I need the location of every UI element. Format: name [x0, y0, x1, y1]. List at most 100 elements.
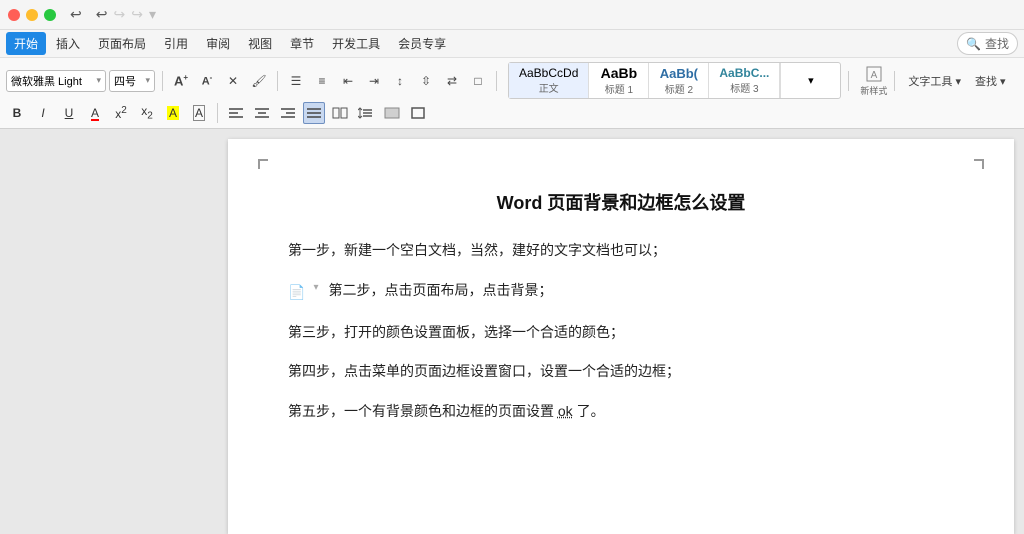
divider4: [848, 71, 849, 91]
doc-sidebar: [0, 129, 228, 534]
line-spacing-button[interactable]: [355, 102, 377, 124]
minimize-button[interactable]: [26, 9, 38, 21]
highlight-icon: A: [167, 106, 179, 120]
menu-item-view[interactable]: 视图: [240, 32, 280, 55]
menu-item-developer[interactable]: 开发工具: [324, 32, 388, 55]
menu-bar: 开始 插入 页面布局 引用 审阅 视图 章节 开发工具 会员专享 🔍 查找: [0, 30, 1024, 58]
menu-item-insert[interactable]: 插入: [48, 32, 88, 55]
font-name-dropdown[interactable]: 微软雅黑 Light ▾: [6, 70, 106, 92]
increase-font-icon: A+: [174, 73, 188, 88]
find-replace-label: 查找 ▾: [975, 73, 1006, 89]
new-style-icon: A: [864, 64, 884, 84]
sort-button[interactable]: ↕: [389, 70, 411, 92]
doc-para-5-text-after: 了。: [573, 403, 605, 419]
doc-para-3: 第三步，打开的颜色设置面板，选择一个合适的颜色；: [288, 321, 954, 345]
align-center-button[interactable]: [251, 102, 273, 124]
doc-para-1-text: 第一步，新建一个空白文档，当然，建好的文字文档也可以；: [288, 242, 666, 258]
doc-page: Word 页面背景和边框怎么设置 第一步，新建一个空白文档，当然，建好的文字文档…: [228, 139, 1014, 534]
undo-button[interactable]: ↩: [70, 6, 82, 23]
divider5: [894, 71, 895, 91]
decrease-font-button[interactable]: A-: [196, 70, 218, 92]
styles-more-icon: ▾: [808, 74, 814, 87]
doc-icon-2: 📄: [288, 281, 305, 305]
text-tools-button[interactable]: 文字工具 ▾: [904, 71, 965, 91]
format-brush-button[interactable]: 🖌: [248, 70, 270, 92]
indent-decrease-button[interactable]: ⇤: [337, 70, 359, 92]
search-placeholder: 查找: [985, 35, 1009, 52]
ribbon-row2: B I U A x2 x2 A A: [6, 102, 1018, 124]
columns-icon: [332, 106, 348, 120]
clear-format-button[interactable]: ✕: [222, 70, 244, 92]
border-button[interactable]: [407, 102, 429, 124]
border-icon: [410, 106, 426, 120]
list-number-icon: ≡: [318, 74, 325, 88]
font-size-dropdown[interactable]: 四号 ▾: [109, 70, 155, 92]
text-dir-icon: ⇄: [447, 74, 457, 88]
underline-button[interactable]: U: [58, 102, 80, 124]
undo2-button[interactable]: ↩: [96, 6, 108, 23]
highlight-button[interactable]: A: [162, 102, 184, 124]
redo-button[interactable]: ↪: [113, 6, 125, 23]
italic-button[interactable]: I: [32, 102, 54, 124]
doc-para-2-text: 第二步，点击页面布局，点击背景；: [328, 279, 552, 303]
bold-icon: B: [13, 106, 22, 120]
style-h3[interactable]: AaBbC... 标题 3: [709, 63, 780, 98]
align-center-icon: [254, 106, 270, 120]
style-h1[interactable]: AaBb 标题 1: [589, 63, 649, 98]
align-justify-button[interactable]: [303, 102, 325, 124]
divider2: [277, 71, 278, 91]
format-brush-icon: 🖌: [251, 74, 266, 88]
corner-mark-tr: [974, 159, 984, 169]
divider1: [162, 71, 163, 91]
menu-item-review[interactable]: 审阅: [198, 32, 238, 55]
styles-more-button[interactable]: ▾: [780, 63, 840, 98]
doc-para-4-text: 第四步，点击菜单的页面边框设置窗口，设置一个合适的边框；: [288, 363, 680, 379]
style-h2-preview: AaBb(: [660, 66, 698, 81]
list-bullet-button[interactable]: ☰: [285, 70, 307, 92]
redo2-button[interactable]: ↪: [131, 6, 143, 23]
close-button[interactable]: [8, 9, 20, 21]
para-spacing-button[interactable]: ⇳: [415, 70, 437, 92]
columns-button[interactable]: [329, 102, 351, 124]
menu-item-chapter[interactable]: 章节: [282, 32, 322, 55]
menu-item-layout[interactable]: 页面布局: [90, 32, 154, 55]
list-bullet-icon: ☰: [291, 74, 302, 88]
para-spacing-icon: ⇳: [421, 74, 431, 88]
align-left-button[interactable]: [225, 102, 247, 124]
indent-increase-button[interactable]: ⇥: [363, 70, 385, 92]
style-normal-preview: AaBbCcDd: [519, 66, 578, 80]
style-h2[interactable]: AaBb( 标题 2: [649, 63, 709, 98]
doc-para-5: 第五步，一个有背景颜色和边框的页面设置 ok 了。: [288, 400, 954, 424]
style-normal[interactable]: AaBbCcDd 正文: [509, 63, 589, 98]
subscript-button[interactable]: x2: [136, 102, 158, 124]
doc-icon-arrow: ▾: [313, 279, 318, 296]
doc-para-5-ok: ok: [558, 403, 573, 419]
search-box[interactable]: 🔍 查找: [957, 32, 1018, 55]
text-box-button[interactable]: □: [467, 70, 489, 92]
list-number-button[interactable]: ≡: [311, 70, 333, 92]
increase-font-button[interactable]: A+: [170, 70, 192, 92]
text-dir-button[interactable]: ⇄: [441, 70, 463, 92]
style-normal-label: 正文: [539, 80, 559, 95]
italic-icon: I: [41, 106, 44, 120]
char-border-button[interactable]: A: [188, 102, 210, 124]
divider6: [217, 103, 218, 123]
font-name-chevron: ▾: [96, 75, 101, 86]
find-replace-button[interactable]: 查找 ▾: [971, 71, 1010, 91]
menu-item-vip[interactable]: 会员专享: [390, 32, 454, 55]
shading-button[interactable]: [381, 102, 403, 124]
doc-para-5-text-before: 第五步，一个有背景颜色和边框的页面设置: [288, 403, 558, 419]
decrease-font-icon: A-: [202, 73, 213, 88]
align-right-button[interactable]: [277, 102, 299, 124]
font-selector: 微软雅黑 Light ▾ 四号 ▾: [6, 70, 155, 92]
new-style-button[interactable]: A 新样式: [860, 64, 887, 97]
indent-increase-icon: ⇥: [369, 74, 379, 88]
menu-item-reference[interactable]: 引用: [156, 32, 196, 55]
maximize-button[interactable]: [44, 9, 56, 21]
style-h1-preview: AaBb: [601, 65, 638, 81]
bold-button[interactable]: B: [6, 102, 28, 124]
superscript-button[interactable]: x2: [110, 102, 132, 124]
menu-item-start[interactable]: 开始: [6, 32, 46, 55]
font-color-button[interactable]: A: [84, 102, 106, 124]
align-right-icon: [280, 106, 296, 120]
